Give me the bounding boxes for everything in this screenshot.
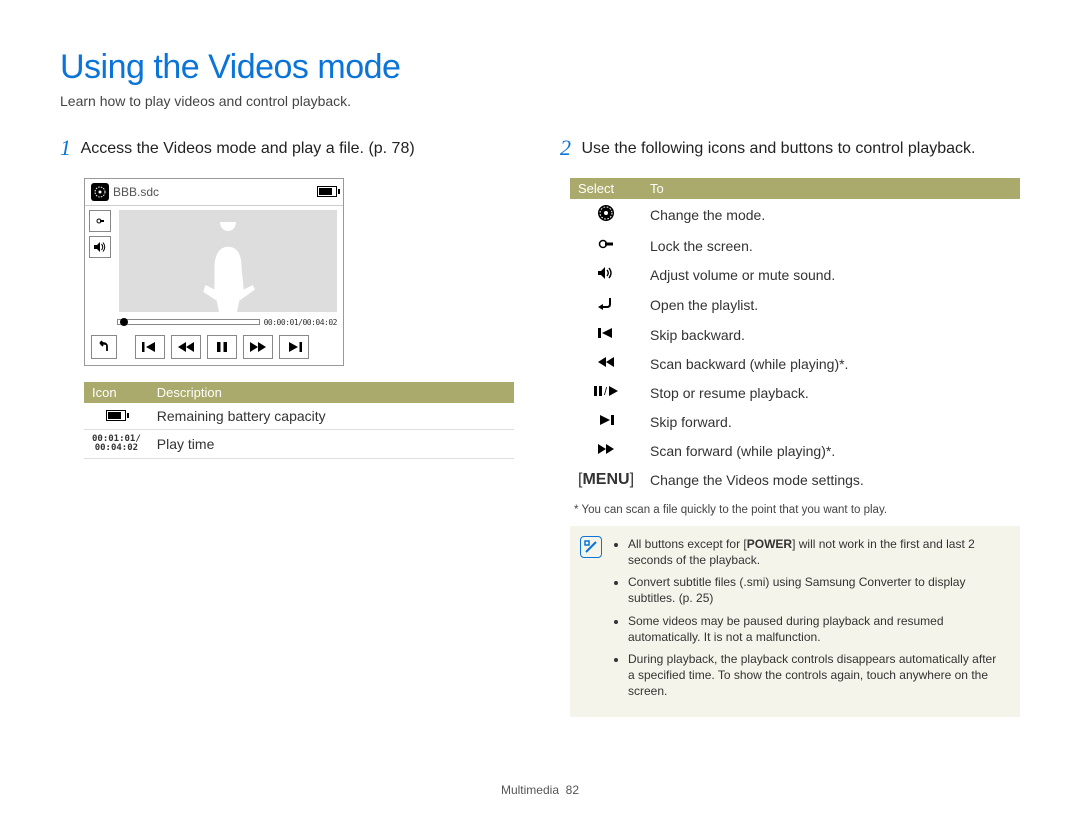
timecode: 00:00:01/00:04:02	[264, 318, 337, 327]
skip-backward-button[interactable]	[135, 335, 165, 359]
desc-cell: Scan forward (while playing)*.	[642, 437, 1020, 466]
page-title: Using the Videos mode	[60, 48, 1020, 87]
th-to: To	[642, 178, 1020, 199]
table-row: / Stop or resume playback.	[570, 379, 1020, 408]
svg-text:/: /	[604, 386, 608, 398]
table-row: Scan forward (while playing)*.	[570, 437, 1020, 466]
scan-forward-icon	[597, 443, 615, 460]
play-time-icon: 00:01:01/00:04:02	[92, 435, 141, 453]
scan-backward-icon	[597, 356, 615, 373]
skip-backward-icon	[597, 327, 615, 344]
note-item: During playback, the playback controls d…	[628, 651, 1006, 700]
desc-cell: Change the Videos mode settings.	[642, 466, 1020, 494]
step-2: 2 Use the following icons and buttons to…	[560, 133, 1020, 164]
desc-cell: Skip forward.	[642, 408, 1020, 437]
desc-cell: Scan backward (while playing)*.	[642, 350, 1020, 379]
page-footer: Multimedia 82	[0, 783, 1080, 797]
select-to-table: Select To Change the mode. Lock the scre…	[570, 178, 1020, 494]
step-1-number: 1	[60, 135, 71, 160]
step-1-text: Access the Videos mode and play a file. …	[81, 140, 415, 157]
desc-cell: Skip backward.	[642, 321, 1020, 350]
lock-icon[interactable]	[89, 210, 111, 232]
table-row: Remaining battery capacity	[84, 403, 514, 430]
scan-forward-button[interactable]	[243, 335, 273, 359]
desc-cell: Open the playlist.	[642, 290, 1020, 321]
menu-icon: MENU	[582, 471, 629, 488]
note-item: Some videos may be paused during playbac…	[628, 613, 1006, 645]
pause-play-icon: /	[593, 385, 619, 402]
file-name: BBB.sdc	[113, 185, 317, 199]
footnote: * You can scan a file quickly to the poi…	[574, 504, 1020, 516]
note-box: All buttons except for [POWER] will not …	[570, 526, 1020, 718]
note-item: All buttons except for [POWER] will not …	[628, 536, 1006, 568]
skip-forward-button[interactable]	[279, 335, 309, 359]
table-row: Skip forward.	[570, 408, 1020, 437]
table-row: 00:01:01/00:04:02 Play time	[84, 429, 514, 458]
mode-icon	[597, 209, 615, 226]
device-screenshot: BBB.sdc	[84, 178, 344, 366]
th-icon: Icon	[84, 382, 149, 403]
table-row: Skip backward.	[570, 321, 1020, 350]
table-row: Open the playlist.	[570, 290, 1020, 321]
table-row: Lock the screen.	[570, 232, 1020, 261]
desc-cell: Lock the screen.	[642, 232, 1020, 261]
progress-bar[interactable]	[117, 319, 260, 325]
video-preview	[119, 210, 337, 312]
pause-button[interactable]	[207, 335, 237, 359]
step-1: 1 Access the Videos mode and play a file…	[60, 133, 520, 164]
desc-cell: Adjust volume or mute sound.	[642, 261, 1020, 290]
back-button[interactable]	[91, 335, 117, 359]
desc-cell: Change the mode.	[642, 199, 1020, 232]
battery-icon	[317, 186, 337, 197]
table-row: Adjust volume or mute sound.	[570, 261, 1020, 290]
step-2-text: Use the following icons and buttons to c…	[581, 140, 975, 157]
table-row: Scan backward (while playing)*.	[570, 350, 1020, 379]
desc-cell: Stop or resume playback.	[642, 379, 1020, 408]
volume-icon[interactable]	[89, 236, 111, 258]
battery-icon	[106, 410, 126, 421]
note-item: Convert subtitle files (.smi) using Sams…	[628, 574, 1006, 606]
left-column: 1 Access the Videos mode and play a file…	[60, 133, 520, 717]
mode-icon	[91, 183, 109, 201]
table-row: [MENU] Change the Videos mode settings.	[570, 466, 1020, 494]
footer-page-number: 82	[566, 783, 579, 797]
back-icon	[597, 298, 615, 315]
table-row: Change the mode.	[570, 199, 1020, 232]
step-2-number: 2	[560, 135, 571, 160]
right-column: 2 Use the following icons and buttons to…	[560, 133, 1020, 717]
skip-forward-icon	[597, 414, 615, 431]
volume-icon	[597, 267, 615, 284]
page-subtitle: Learn how to play videos and control pla…	[60, 93, 1020, 109]
lock-icon	[597, 238, 615, 255]
desc-cell: Remaining battery capacity	[149, 403, 514, 430]
icon-description-table: Icon Description Remaining battery capac…	[84, 382, 514, 459]
scan-backward-button[interactable]	[171, 335, 201, 359]
note-icon	[580, 536, 602, 558]
th-select: Select	[570, 178, 642, 199]
footer-section: Multimedia	[501, 783, 559, 797]
th-description: Description	[149, 382, 514, 403]
desc-cell: Play time	[149, 429, 514, 458]
